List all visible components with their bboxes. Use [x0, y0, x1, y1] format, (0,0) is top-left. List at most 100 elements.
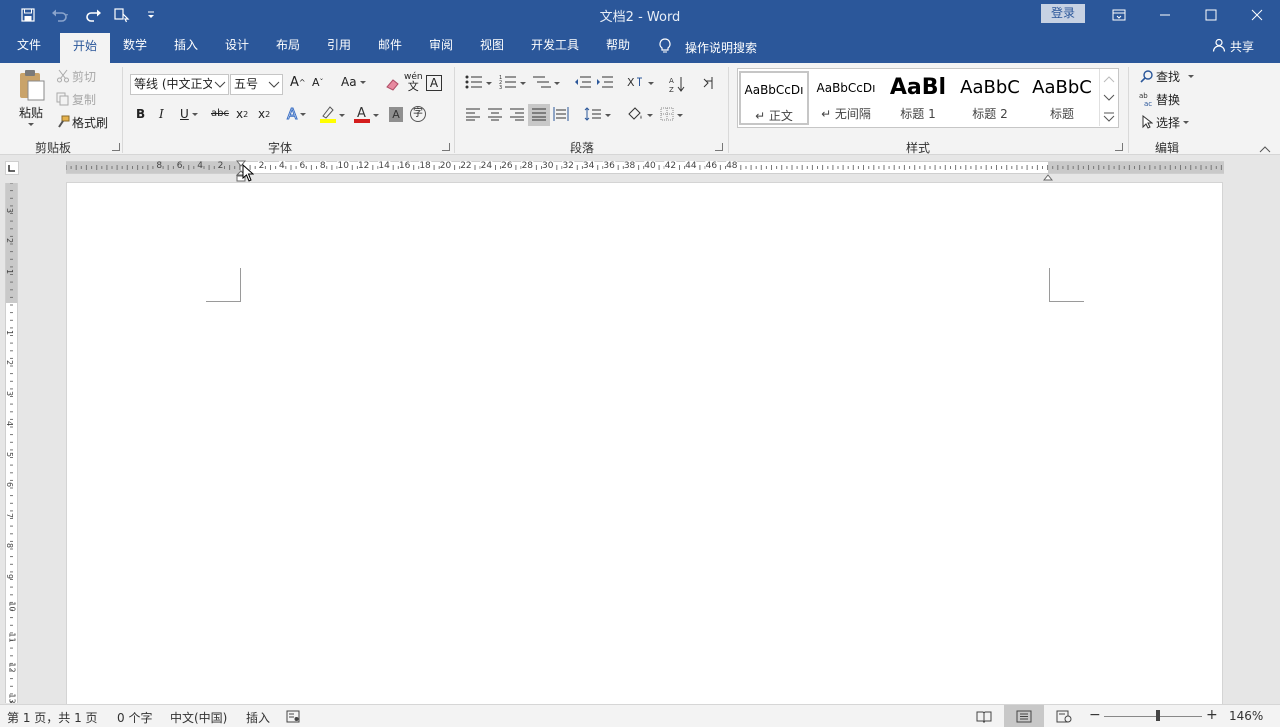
style-heading-2[interactable]: AaBbC 标题 2	[955, 71, 1025, 125]
word-count[interactable]: 0 个字	[117, 709, 152, 726]
gallery-scroll-down-icon[interactable]	[1099, 88, 1117, 107]
customize-icon[interactable]	[141, 5, 161, 25]
save-icon[interactable]	[18, 5, 38, 25]
grow-font-button[interactable]: A ^	[290, 75, 306, 90]
vertical-ruler[interactable]: 3 2 1 1 2 3 4 5 6 7 8 9 10 11 12 13	[5, 183, 18, 703]
select-button[interactable]: 选择	[1138, 113, 1190, 131]
font-size-combo[interactable]: 五号	[230, 74, 283, 95]
align-left-button[interactable]	[465, 107, 481, 124]
shrink-font-button[interactable]: Aˇ	[312, 76, 324, 89]
underline-button[interactable]: U	[180, 107, 198, 121]
find-button[interactable]: 查找	[1138, 67, 1195, 85]
font-launcher[interactable]	[442, 143, 450, 151]
style-heading-1[interactable]: AaBl 标题 1	[883, 71, 953, 125]
tab-insert[interactable]: 插入	[165, 30, 207, 63]
undo-icon[interactable]	[50, 5, 70, 25]
distributed-button[interactable]	[553, 107, 569, 124]
borders-button[interactable]	[660, 107, 683, 124]
collapse-ribbon-icon[interactable]	[1259, 142, 1271, 156]
zoom-slider[interactable]	[1104, 716, 1202, 717]
char-border-button[interactable]: A	[426, 75, 442, 91]
highlight-button[interactable]	[320, 105, 345, 126]
superscript-button[interactable]: x2	[258, 107, 270, 121]
tell-me-search[interactable]: 操作说明搜索	[685, 39, 757, 56]
print-layout-icon[interactable]	[1004, 705, 1044, 727]
style-no-spacing[interactable]: AaBbCcDı ↵ 无间隔	[811, 71, 881, 125]
ribbon-display-icon[interactable]	[1096, 0, 1142, 30]
minimize-icon[interactable]	[1142, 0, 1188, 30]
font-color-button[interactable]: A	[354, 105, 379, 126]
tab-stop-selector[interactable]	[5, 161, 19, 175]
macro-record-icon[interactable]	[286, 710, 300, 726]
gallery-more-icon[interactable]	[1099, 107, 1117, 126]
touch-mode-icon[interactable]	[112, 5, 132, 25]
insert-mode[interactable]: 插入	[246, 709, 270, 726]
justify-button[interactable]	[528, 104, 550, 126]
tab-home[interactable]: 开始	[60, 33, 110, 63]
tab-file[interactable]: 文件	[8, 30, 50, 63]
sort-button[interactable]: AZ	[669, 75, 687, 96]
close-icon[interactable]	[1234, 0, 1280, 30]
font-name-combo[interactable]: 等线 (中文正文	[130, 74, 229, 95]
zoom-level[interactable]: 146%	[1229, 709, 1263, 723]
strikethrough-button[interactable]: abc	[211, 108, 229, 119]
redo-icon[interactable]	[83, 5, 103, 25]
increase-indent-button[interactable]	[596, 75, 614, 92]
ruler-number: 22	[460, 161, 472, 171]
italic-button[interactable]: I	[159, 107, 164, 121]
login-button[interactable]: 登录	[1041, 4, 1085, 23]
format-painter-button[interactable]: 格式刷	[54, 113, 108, 131]
clear-format-button[interactable]	[384, 75, 402, 93]
enclose-char-button[interactable]: 字	[410, 106, 426, 122]
read-mode-icon[interactable]	[976, 710, 992, 726]
clipboard-launcher[interactable]	[112, 143, 120, 151]
tab-developer[interactable]: 开发工具	[523, 30, 587, 63]
tab-view[interactable]: 视图	[471, 30, 513, 63]
tab-layout[interactable]: 布局	[267, 30, 309, 63]
zoom-in-button[interactable]: +	[1206, 707, 1218, 723]
tab-review[interactable]: 审阅	[420, 30, 462, 63]
char-shading-button[interactable]: A	[389, 107, 403, 122]
tab-help[interactable]: 帮助	[597, 30, 639, 63]
styles-launcher[interactable]	[1115, 143, 1123, 151]
line-spacing-button[interactable]	[584, 107, 611, 124]
cut-button[interactable]: 剪切	[54, 67, 96, 85]
replace-button[interactable]: ab ac 替换	[1138, 90, 1180, 108]
web-layout-icon[interactable]	[1056, 710, 1072, 726]
style-title[interactable]: AaBbC 标题	[1027, 71, 1097, 125]
copy-button[interactable]: 复制	[54, 90, 96, 108]
right-indent-marker[interactable]	[1042, 170, 1054, 184]
font-color-icon: A	[354, 105, 370, 126]
page-count[interactable]: 第 1 页，共 1 页	[7, 709, 98, 726]
maximize-icon[interactable]	[1188, 0, 1234, 30]
numbering-button[interactable]: 123	[499, 75, 526, 92]
decrease-indent-button[interactable]	[574, 75, 592, 92]
chinese-layout-button[interactable]: X	[627, 75, 654, 92]
share-button[interactable]: 共享	[1212, 38, 1254, 55]
multilevel-list-button[interactable]	[533, 75, 560, 92]
bold-button[interactable]: B	[136, 107, 145, 121]
style-normal[interactable]: AaBbCcDı ↵ 正文	[739, 71, 809, 125]
divider	[1128, 67, 1129, 153]
paragraph-launcher[interactable]	[715, 143, 723, 151]
shading-button[interactable]	[626, 106, 653, 125]
align-center-button[interactable]	[487, 107, 503, 124]
show-marks-button[interactable]	[701, 75, 715, 94]
bullets-button[interactable]	[465, 75, 492, 92]
subscript-button[interactable]: x2	[236, 107, 248, 121]
gallery-scroll-up-icon[interactable]	[1099, 69, 1117, 88]
zoom-out-button[interactable]: −	[1089, 707, 1101, 723]
change-case-button[interactable]: Aa	[341, 75, 366, 89]
language-indicator[interactable]: 中文(中国)	[170, 709, 227, 726]
tab-design[interactable]: 设计	[216, 30, 258, 63]
paste-button[interactable]: 粘贴	[12, 69, 50, 126]
align-right-button[interactable]	[509, 107, 525, 124]
tab-mailings[interactable]: 邮件	[369, 30, 411, 63]
document-page[interactable]	[67, 183, 1222, 704]
text-effects-button[interactable]: A	[286, 105, 307, 124]
zoom-slider-thumb[interactable]	[1155, 710, 1160, 721]
tab-math[interactable]: 数学	[114, 30, 156, 63]
tab-references[interactable]: 引用	[318, 30, 360, 63]
phonetic-guide-button[interactable]: wén 文	[404, 72, 423, 92]
ruler-number: 12	[7, 662, 17, 673]
